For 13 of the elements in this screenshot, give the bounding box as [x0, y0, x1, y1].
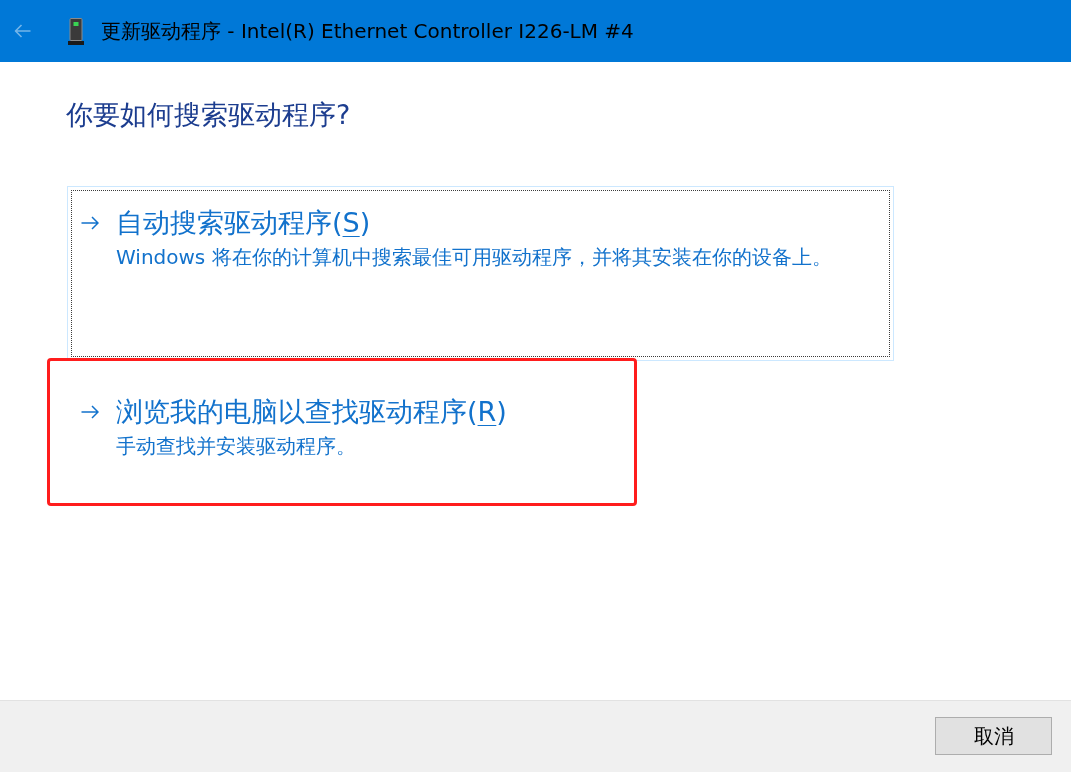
- arrow-icon: [81, 405, 99, 419]
- option-title: 浏览我的电脑以查找驱动程序(R): [116, 395, 507, 429]
- page-heading: 你要如何搜索驱动程序?: [66, 98, 352, 132]
- option-link-button[interactable]: 自动搜索驱动程序(S) Windows 将在你的计算机中搜索最佳可用驱动程序，并将其安装在你的设备上。: [67, 186, 894, 361]
- cancel-button[interactable]: 取消: [935, 717, 1052, 755]
- arrow-icon: [81, 216, 99, 230]
- option-description: Windows 将在你的计算机中搜索最佳可用驱动程序，并将其安装在你的设备上。: [116, 244, 832, 270]
- window-title: 更新驱动程序 - Intel(R) Ethernet Controller I226-LM #4: [101, 18, 634, 44]
- option-link-button[interactable]: 浏览我的电脑以查找驱动程序(R) 手动查找并安装驱动程序。: [67, 375, 536, 476]
- device-tower-icon: [68, 17, 84, 45]
- option-title: 自动搜索驱动程序(S): [116, 206, 372, 240]
- back-arrow-icon: [14, 24, 31, 38]
- option-description: 手动查找并安装驱动程序。: [116, 433, 357, 459]
